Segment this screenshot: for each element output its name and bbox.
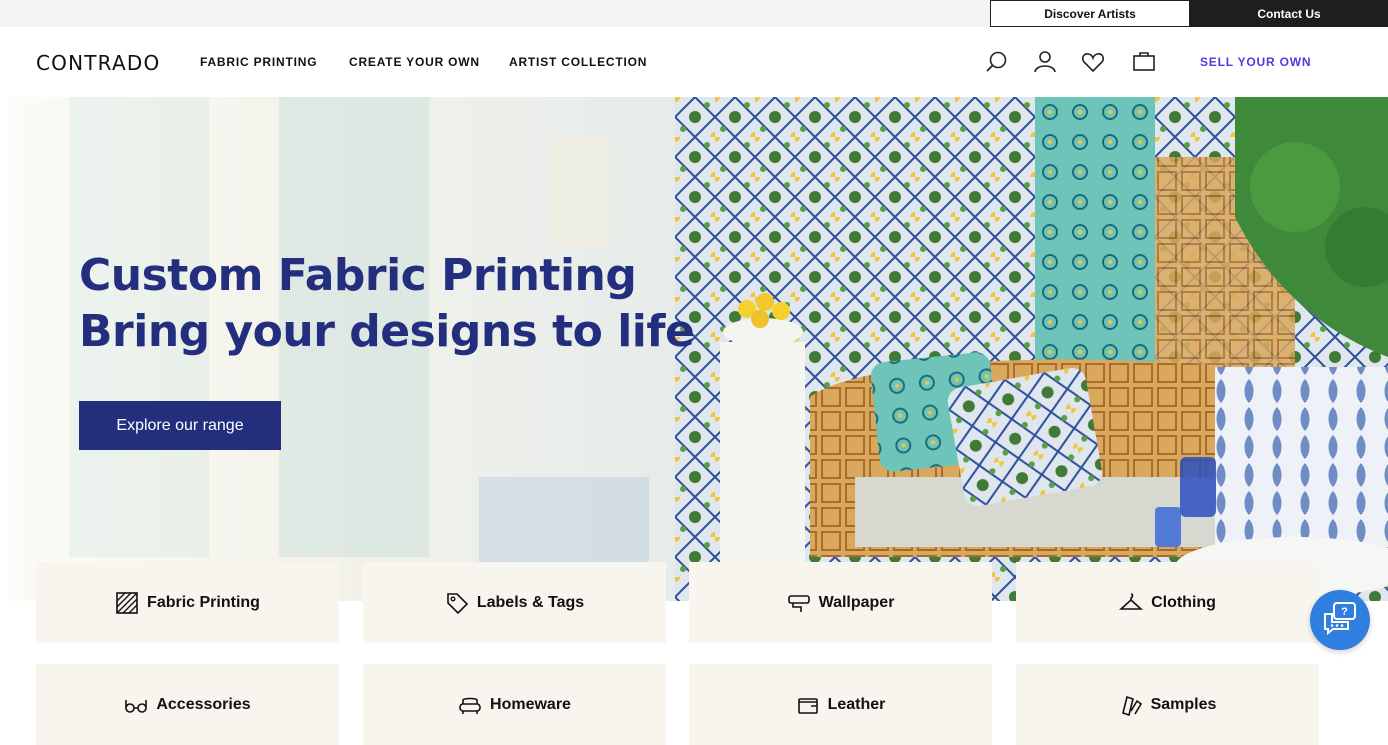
sofa-icon [458,693,482,717]
category-homeware[interactable]: Homeware [363,664,666,745]
hero-title-line-1: Custom Fabric Printing [79,250,637,301]
category-fabric-printing[interactable]: Fabric Printing [36,562,339,643]
category-label: Leather [827,695,886,713]
hero-title: Custom Fabric Printing Bring your design… [79,248,699,360]
nav-create-your-own[interactable]: CREATE YOUR OWN [349,55,480,69]
svg-text:?: ? [1341,606,1348,618]
contrado-logo[interactable]: CONTRADO [36,51,160,75]
category-label: Labels & Tags [476,593,585,611]
category-label: Samples [1150,695,1217,713]
category-label: Clothing [1151,593,1216,611]
heart-icon[interactable] [1080,49,1106,75]
hero-banner: Custom Fabric Printing Bring your design… [9,97,1388,601]
hanger-icon [1118,591,1144,615]
sell-your-own-link[interactable]: SELL YOUR OWN [1200,55,1311,69]
samples-icon [1119,693,1143,717]
fabric-icon [115,591,139,615]
category-label: Homeware [490,695,571,713]
discover-artists-button[interactable]: Discover Artists [990,0,1190,27]
chat-help-button[interactable]: ? [1310,590,1370,650]
glasses-icon [124,693,148,717]
search-icon[interactable] [984,49,1010,75]
nav-artist-collection[interactable]: ARTIST COLLECTION [509,55,647,69]
tag-icon [445,591,469,615]
category-label: Accessories [156,695,251,713]
bag-icon[interactable] [1131,49,1157,75]
chat-help-icon: ? [1322,600,1358,641]
hero-title-line-2: Bring your designs to life [79,306,695,357]
category-wallpaper[interactable]: Wallpaper [689,562,992,643]
site-header: CONTRADO FABRIC PRINTING CREATE YOUR OWN… [0,27,1388,97]
top-utility-bar: Discover Artists Contact Us [0,0,1388,27]
category-samples[interactable]: Samples [1016,664,1319,745]
nav-fabric-printing[interactable]: FABRIC PRINTING [200,55,317,69]
category-labels-tags[interactable]: Labels & Tags [363,562,666,643]
category-label: Fabric Printing [147,593,260,611]
wallet-icon [796,693,820,717]
category-clothing[interactable]: Clothing [1016,562,1319,643]
explore-range-button[interactable]: Explore our range [79,401,281,450]
category-accessories[interactable]: Accessories [36,664,339,745]
hero-lemon-fabric-image [675,97,1388,601]
category-label: Wallpaper [818,593,895,611]
wallpaper-roller-icon [787,591,811,615]
contact-us-button[interactable]: Contact Us [1190,0,1388,27]
account-icon[interactable] [1032,49,1058,75]
category-leather[interactable]: Leather [689,664,992,745]
